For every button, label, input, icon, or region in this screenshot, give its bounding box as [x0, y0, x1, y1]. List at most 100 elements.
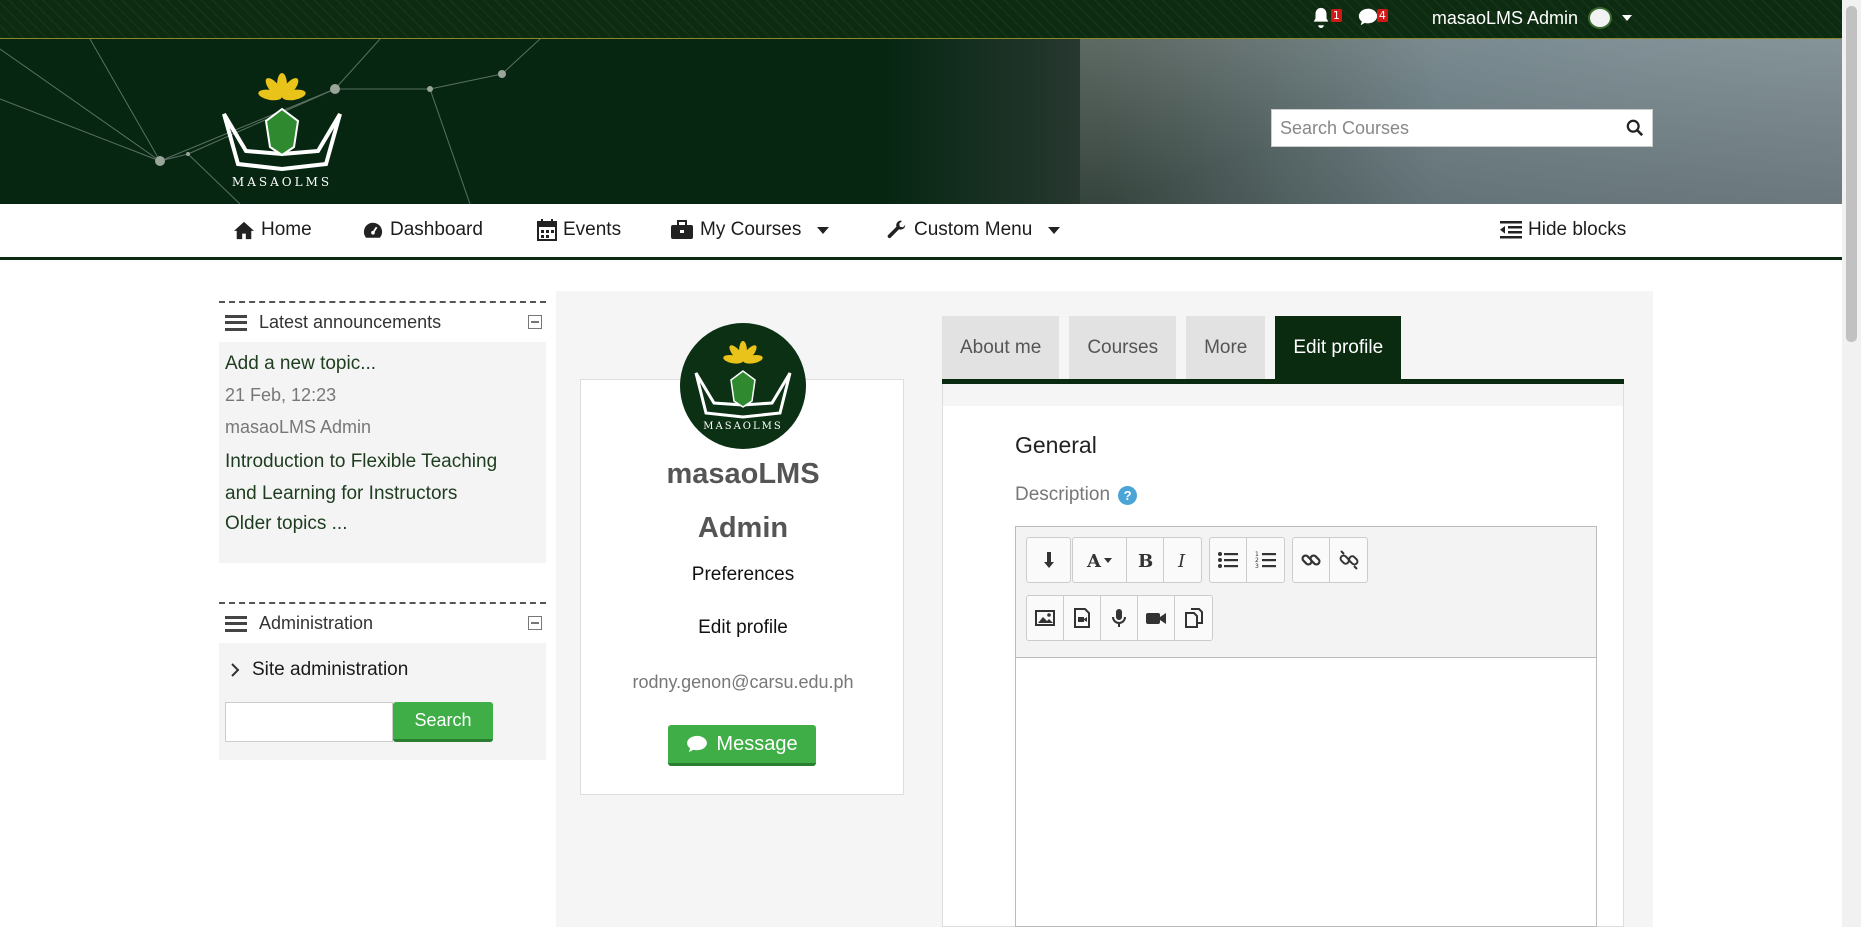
profile-email: rodny.genon@carsu.edu.ph	[632, 672, 854, 692]
section-general-heading[interactable]: General	[1015, 432, 1097, 459]
add-new-topic-link[interactable]: Add a new topic...	[225, 348, 540, 380]
profile-tabs: About me Courses More Edit profile	[942, 316, 1402, 379]
message-button-label: Message	[716, 732, 798, 755]
toolbar-group-collapse	[1026, 537, 1071, 583]
latest-announcements-block: Latest announcements Add a new topic... …	[219, 301, 546, 563]
nav-dashboard-label: Dashboard	[390, 219, 483, 240]
post-title-link-line1[interactable]: Introduction to Flexible Teaching	[225, 444, 540, 479]
post-title-link-line2[interactable]: and Learning for Instructors	[225, 479, 540, 509]
chevron-down-icon	[817, 226, 830, 234]
insert-image-icon[interactable]	[1027, 596, 1064, 640]
collapse-block-icon[interactable]	[528, 616, 542, 630]
toolbar-group-links	[1292, 537, 1368, 583]
nav-my-courses-label: My Courses	[700, 219, 802, 240]
nav-my-courses[interactable]: My Courses	[670, 219, 830, 241]
search-icon[interactable]	[1618, 110, 1652, 146]
admin-search-button[interactable]: Search	[393, 702, 493, 742]
calendar-icon	[537, 219, 557, 241]
block-title: Administration	[259, 613, 374, 633]
svg-text:I: I	[1177, 551, 1186, 571]
administration-block: Administration Site administration Searc…	[219, 602, 546, 760]
older-topics-link[interactable]: Older topics ...	[225, 509, 540, 539]
user-menu[interactable]: masaoLMS Admin	[1432, 7, 1632, 29]
main-navigation: Home Dashboard Events My Courses Custom …	[0, 204, 1842, 260]
italic-icon[interactable]: I	[1164, 538, 1201, 582]
pane-top-strip	[943, 384, 1623, 406]
block-content: Add a new topic... 21 Feb, 12:23 masaoLM…	[219, 342, 546, 563]
profile-name-line2: Admin	[697, 512, 789, 544]
admin-search-input[interactable]	[225, 702, 393, 742]
preferences-link[interactable]: Preferences	[581, 564, 905, 586]
search-courses-input[interactable]	[1272, 117, 1618, 139]
chevron-down-icon	[1048, 226, 1061, 234]
profile-name-line1: masaoLMS	[666, 458, 820, 490]
page-scrollbar[interactable]	[1842, 0, 1861, 927]
post-date: 21 Feb, 12:23	[225, 385, 337, 405]
profile-logo-text: MASAOLMS	[703, 421, 782, 432]
nav-home[interactable]: Home	[233, 219, 312, 241]
paragraph-styles-icon[interactable]: A	[1073, 538, 1127, 582]
messages-count: 4	[1376, 9, 1388, 22]
tab-more[interactable]: More	[1186, 316, 1266, 379]
nav-events[interactable]: Events	[537, 219, 621, 241]
chevron-down-icon	[1622, 15, 1632, 21]
hide-blocks-button[interactable]: Hide blocks	[1500, 219, 1626, 241]
description-label-row: Description ?	[1015, 484, 1138, 506]
hamburger-icon[interactable]	[225, 314, 247, 331]
block-header: Latest announcements	[219, 301, 546, 342]
profile-picture[interactable]: MASAOLMS	[680, 323, 806, 449]
show-more-buttons-icon[interactable]	[1027, 538, 1070, 582]
messages-bubble-icon[interactable]: 4	[1356, 6, 1388, 30]
tab-about-me[interactable]: About me	[942, 316, 1060, 379]
record-audio-icon[interactable]	[1101, 596, 1138, 640]
site-administration-label: Site administration	[252, 659, 409, 680]
notifications-bell-icon[interactable]: 1	[1310, 6, 1342, 30]
message-button[interactable]: Message	[668, 725, 816, 766]
home-icon	[234, 221, 254, 240]
chevron-right-icon	[231, 663, 240, 677]
scrollbar-thumb[interactable]	[1846, 6, 1857, 342]
user-avatar	[1588, 7, 1612, 29]
briefcase-icon	[671, 220, 693, 239]
svg-text:A: A	[1086, 551, 1102, 571]
manage-files-icon[interactable]	[1175, 596, 1212, 640]
nav-home-label: Home	[261, 219, 312, 240]
masaolms-logo[interactable]: MASAOLMS	[218, 69, 346, 189]
header-banner: MASAOLMS	[0, 39, 1842, 204]
hide-blocks-label: Hide blocks	[1528, 219, 1627, 240]
post-author: masaoLMS Admin	[225, 417, 372, 437]
description-editor: A B I 123	[1015, 526, 1597, 927]
search-courses	[1271, 109, 1653, 147]
toolbar-group-lists: 123	[1209, 537, 1285, 583]
comment-icon	[687, 735, 708, 753]
user-name: masaoLMS Admin	[1431, 7, 1578, 28]
notifications-count: 1	[1330, 9, 1342, 22]
editor-content-area[interactable]	[1016, 658, 1596, 926]
tab-edit-profile[interactable]: Edit profile	[1275, 316, 1402, 379]
site-administration-node[interactable]: Site administration	[231, 659, 540, 681]
admin-search-form: Search	[225, 702, 493, 742]
block-header: Administration	[219, 602, 546, 643]
dashboard-gauge-icon	[363, 222, 383, 238]
help-question-icon[interactable]: ?	[1118, 485, 1138, 505]
bold-icon[interactable]: B	[1127, 538, 1164, 582]
block-title: Latest announcements	[259, 312, 442, 332]
collapse-block-icon[interactable]	[528, 315, 542, 329]
description-label: Description	[1015, 484, 1111, 505]
svg-text:3: 3	[1255, 563, 1259, 570]
wrench-icon	[887, 220, 906, 239]
insert-media-icon[interactable]	[1064, 596, 1101, 640]
block-content: Site administration Search	[219, 643, 546, 760]
link-icon[interactable]	[1293, 538, 1330, 582]
record-video-icon[interactable]	[1138, 596, 1175, 640]
unordered-list-icon[interactable]	[1210, 538, 1247, 582]
ordered-list-icon[interactable]: 123	[1247, 538, 1284, 582]
svg-text:B: B	[1138, 551, 1153, 571]
svg-text:MASAOLMS: MASAOLMS	[232, 175, 332, 189]
nav-dashboard[interactable]: Dashboard	[362, 219, 483, 241]
tab-courses[interactable]: Courses	[1069, 316, 1177, 379]
unlink-icon[interactable]	[1330, 538, 1367, 582]
edit-profile-link[interactable]: Edit profile	[581, 617, 905, 639]
nav-custom-menu[interactable]: Custom Menu	[886, 219, 1061, 241]
hamburger-icon[interactable]	[225, 615, 247, 632]
